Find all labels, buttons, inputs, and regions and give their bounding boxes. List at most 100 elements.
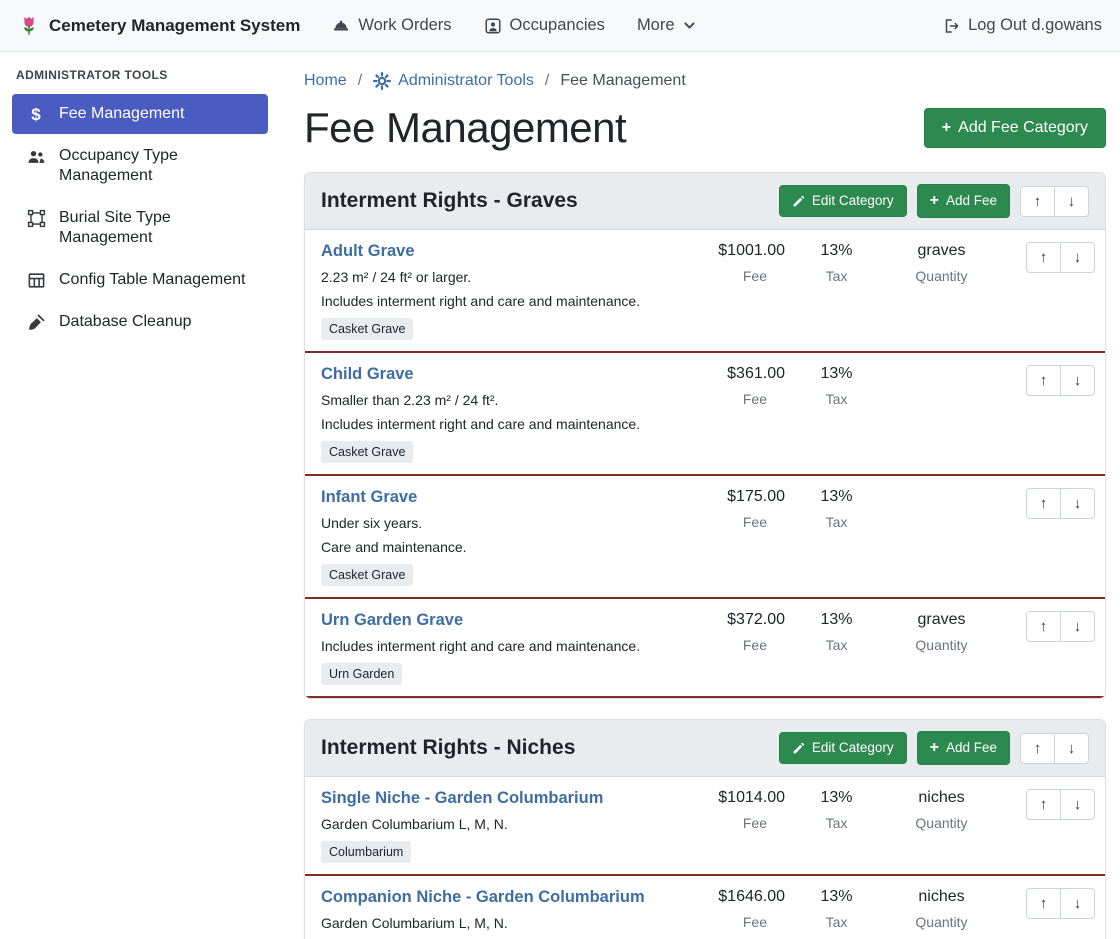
move-fee-up-button[interactable]: ↑ (1026, 242, 1061, 273)
nav-work-orders[interactable]: Work Orders (332, 16, 451, 35)
fee-reorder-group: ↑ ↓ (1026, 789, 1095, 820)
move-category-down-button[interactable]: ↓ (1054, 186, 1089, 217)
fee-amount: $175.00 (677, 488, 789, 506)
fee-description-line: Garden Columbarium L, M, N. (321, 915, 667, 931)
plus-icon: + (930, 740, 939, 756)
fee-reorder-group: ↑ ↓ (1026, 888, 1095, 919)
edit-category-label: Edit Category (812, 741, 894, 755)
app-brand-link[interactable]: Cemetery Management System (18, 15, 300, 37)
move-fee-down-button[interactable]: ↓ (1060, 888, 1095, 919)
add-fee-category-label: Add Fee Category (958, 120, 1088, 136)
move-category-up-button[interactable]: ↑ (1020, 733, 1055, 764)
fee-tax: 13% (789, 488, 884, 506)
dollar-icon: $ (26, 105, 46, 124)
category-reorder-group: ↑ ↓ (1020, 186, 1089, 217)
breadcrumb-home-link[interactable]: Home (304, 72, 347, 90)
fee-tax: 13% (789, 611, 884, 629)
pencil-icon (792, 195, 805, 208)
nav-more[interactable]: More (637, 16, 696, 35)
category-header: Interment Rights - Graves Edit Category … (305, 173, 1105, 230)
add-fee-button[interactable]: + Add Fee (917, 731, 1010, 765)
app-brand-title: Cemetery Management System (49, 16, 300, 36)
fee-tax: 13% (789, 888, 884, 906)
fee-quantity-label: Quantity (884, 268, 999, 284)
fee-name-link[interactable]: Adult Grave (321, 242, 415, 261)
nav-more-label: More (637, 16, 675, 35)
table-icon (26, 271, 46, 290)
breadcrumb-admin-tools-label: Administrator Tools (398, 72, 534, 90)
add-fee-label: Add Fee (946, 194, 997, 208)
occupant-frame-icon (484, 17, 502, 35)
add-fee-button[interactable]: + Add Fee (917, 184, 1010, 218)
move-category-up-button[interactable]: ↑ (1020, 186, 1055, 217)
fee-description-line: Garden Columbarium L, M, N. (321, 816, 667, 832)
fee-amount: $1014.00 (677, 789, 789, 807)
breadcrumb-admin-tools-link[interactable]: Administrator Tools (373, 72, 534, 90)
fee-reorder-group: ↑ ↓ (1026, 488, 1095, 519)
fee-tax: 13% (789, 242, 884, 260)
fee-description-line: Care and maintenance. (321, 539, 667, 555)
fee-amount: $1001.00 (677, 242, 789, 260)
fee-type-tag: Columbarium (321, 841, 411, 863)
move-fee-up-button[interactable]: ↑ (1026, 488, 1061, 519)
logout-icon (942, 17, 960, 35)
move-fee-down-button[interactable]: ↓ (1060, 242, 1095, 273)
fee-amount-label: Fee (677, 268, 789, 284)
breadcrumb: Home / (304, 72, 1106, 90)
logout-link[interactable]: Log Out d.gowans (942, 16, 1102, 35)
move-fee-down-button[interactable]: ↓ (1060, 365, 1095, 396)
fee-tax-label: Tax (789, 268, 884, 284)
sidebar-item-label: Burial Site Type Management (59, 208, 256, 248)
plus-icon: + (942, 120, 951, 136)
fee-name-link[interactable]: Companion Niche - Garden Columbarium (321, 888, 645, 907)
pencil-icon (792, 742, 805, 755)
top-navbar: Cemetery Management System Work Orders O… (0, 0, 1120, 52)
sidebar-item-burial-site-type-management[interactable]: Burial Site Type Management (12, 198, 268, 258)
fee-type-tag: Casket Grave (321, 441, 413, 463)
fee-amount-label: Fee (677, 815, 789, 831)
fee-tax-label: Tax (789, 637, 884, 653)
category-title: Interment Rights - Graves (321, 189, 578, 213)
category-reorder-group: ↑ ↓ (1020, 733, 1089, 764)
sidebar: ADMINISTRATOR TOOLS $ Fee Management Occ… (0, 52, 280, 939)
fee-description-line: Includes interment right and care and ma… (321, 416, 667, 432)
fee-name-link[interactable]: Child Grave (321, 365, 414, 384)
move-category-down-button[interactable]: ↓ (1054, 733, 1089, 764)
tulip-logo-icon (18, 15, 40, 37)
fee-tax: 13% (789, 789, 884, 807)
move-fee-down-button[interactable]: ↓ (1060, 611, 1095, 642)
category-title: Interment Rights - Niches (321, 736, 575, 760)
fee-quantity-unit: niches (884, 888, 999, 906)
add-fee-category-button[interactable]: + Add Fee Category (924, 108, 1106, 148)
move-fee-up-button[interactable]: ↑ (1026, 365, 1061, 396)
nav-occupancies[interactable]: Occupancies (484, 16, 605, 35)
sidebar-item-label: Config Table Management (59, 270, 246, 290)
fee-quantity-unit: niches (884, 789, 999, 807)
edit-category-button[interactable]: Edit Category (779, 732, 907, 764)
sidebar-item-fee-management[interactable]: $ Fee Management (12, 94, 268, 134)
fee-category-card: Interment Rights - Graves Edit Category … (304, 172, 1106, 699)
sidebar-item-config-table-management[interactable]: Config Table Management (12, 260, 268, 300)
sidebar-item-occupancy-type-management[interactable]: Occupancy Type Management (12, 136, 268, 196)
move-fee-down-button[interactable]: ↓ (1060, 488, 1095, 519)
sidebar-item-database-cleanup[interactable]: Database Cleanup (12, 302, 268, 342)
sidebar-item-label: Occupancy Type Management (59, 146, 256, 186)
fee-name-link[interactable]: Urn Garden Grave (321, 611, 463, 630)
fee-description-line: Includes interment right and care and ma… (321, 293, 667, 309)
fee-amount: $372.00 (677, 611, 789, 629)
fee-amount-label: Fee (677, 914, 789, 930)
fee-name-link[interactable]: Infant Grave (321, 488, 417, 507)
edit-category-button[interactable]: Edit Category (779, 185, 907, 217)
gear-icon (373, 72, 391, 90)
users-icon (26, 147, 46, 167)
move-fee-up-button[interactable]: ↑ (1026, 789, 1061, 820)
fee-row: Child Grave Smaller than 2.23 m² / 24 ft… (305, 353, 1105, 476)
move-fee-up-button[interactable]: ↑ (1026, 611, 1061, 642)
move-fee-up-button[interactable]: ↑ (1026, 888, 1061, 919)
fee-quantity-unit: graves (884, 242, 999, 260)
fee-category-card: Interment Rights - Niches Edit Category … (304, 719, 1106, 939)
fee-name-link[interactable]: Single Niche - Garden Columbarium (321, 789, 603, 808)
fee-amount: $361.00 (677, 365, 789, 383)
move-fee-down-button[interactable]: ↓ (1060, 789, 1095, 820)
fee-description-line: Under six years. (321, 515, 667, 531)
